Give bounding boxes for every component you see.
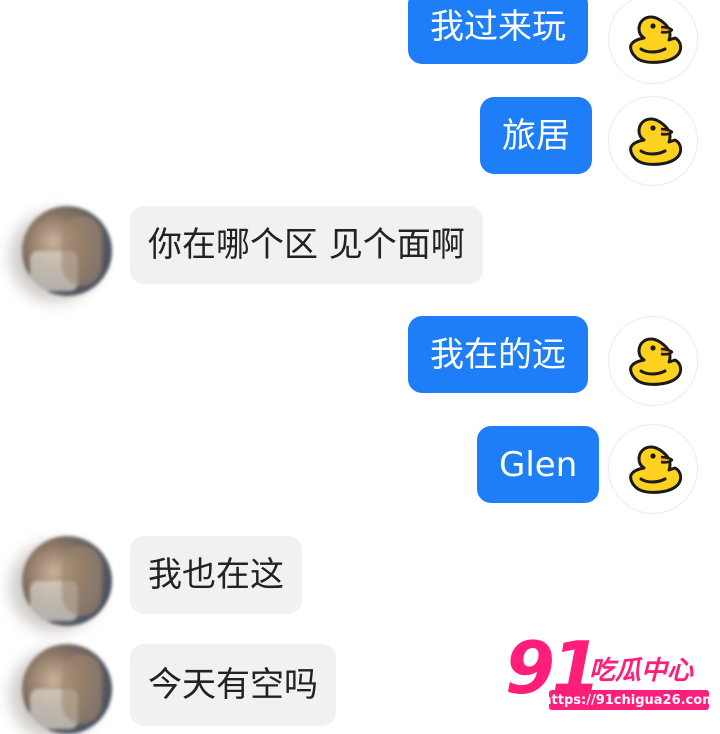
duck-icon bbox=[629, 445, 683, 494]
outgoing-message-bubble[interactable]: Glen bbox=[477, 426, 600, 503]
message-text: 旅居 bbox=[502, 115, 570, 156]
message-text: 你在哪个区 见个面啊 bbox=[148, 225, 465, 265]
message-text: 我在的远 bbox=[430, 334, 566, 375]
outgoing-message-bubble[interactable]: 我过来玩 bbox=[408, 0, 588, 64]
contact-avatar[interactable] bbox=[22, 536, 112, 626]
my-avatar[interactable] bbox=[608, 96, 698, 186]
outgoing-message-bubble[interactable]: 我在的远 bbox=[408, 316, 588, 393]
site-watermark: 91 吃瓜中心 https://91chigua26.com bbox=[505, 632, 716, 712]
message-text: 我过来玩 bbox=[430, 7, 566, 47]
duck-icon bbox=[629, 337, 683, 386]
incoming-message-bubble[interactable]: 今天有空吗 bbox=[130, 644, 336, 726]
message-text: Glen bbox=[499, 444, 578, 485]
my-avatar[interactable] bbox=[608, 316, 698, 406]
incoming-message-bubble[interactable]: 你在哪个区 见个面啊 bbox=[130, 206, 483, 284]
watermark-name: 吃瓜中心 bbox=[589, 656, 694, 686]
message-text: 今天有空吗 bbox=[148, 665, 318, 705]
my-avatar[interactable] bbox=[608, 424, 698, 514]
message-text: 我也在这 bbox=[148, 555, 284, 595]
incoming-message-bubble[interactable]: 我也在这 bbox=[130, 536, 302, 614]
contact-avatar[interactable] bbox=[22, 644, 112, 734]
watermark-url: https://91chigua26.com bbox=[542, 690, 716, 710]
duck-icon bbox=[629, 15, 683, 64]
duck-icon bbox=[629, 117, 683, 166]
contact-avatar[interactable] bbox=[22, 206, 112, 296]
outgoing-message-bubble[interactable]: 旅居 bbox=[480, 97, 592, 174]
my-avatar[interactable] bbox=[608, 0, 698, 84]
